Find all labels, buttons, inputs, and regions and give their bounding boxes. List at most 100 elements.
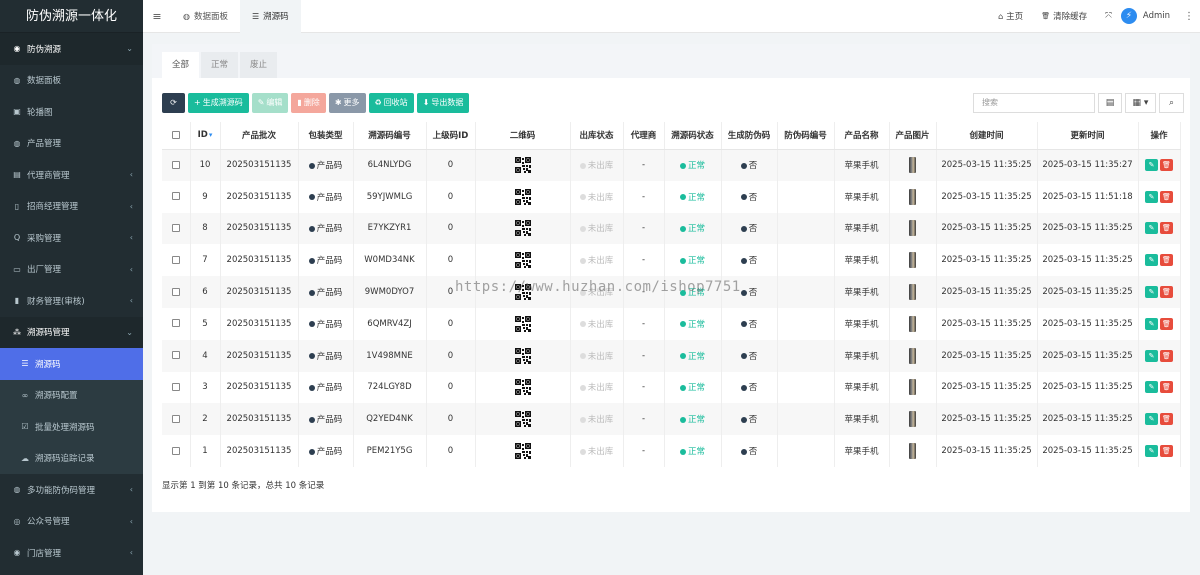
delete-row-button[interactable]: 🗑 bbox=[1160, 445, 1173, 458]
edit-row-button[interactable]: ✎ bbox=[1145, 254, 1158, 267]
sidebar-item[interactable]: Q 采购管理 ‹ bbox=[0, 222, 143, 254]
edit-row-button[interactable]: ✎ bbox=[1145, 286, 1158, 299]
product-image[interactable] bbox=[909, 188, 916, 205]
sidebar-item[interactable]: ▭ 出厂管理 ‹ bbox=[0, 254, 143, 286]
qr-code-icon[interactable] bbox=[514, 379, 531, 396]
product-image[interactable] bbox=[909, 157, 916, 174]
more-button[interactable]: ✱ 更多 bbox=[328, 93, 366, 113]
sidebar-item[interactable]: ◉ 防伪溯源 ⌄ bbox=[0, 33, 143, 65]
sort-icon[interactable]: ▾ bbox=[209, 131, 213, 139]
search-input[interactable]: 搜索 bbox=[973, 93, 1095, 113]
product-image[interactable] bbox=[909, 315, 916, 332]
top-tab[interactable]: ◍ 数据面板 bbox=[171, 0, 240, 33]
grid-view-dropdown[interactable]: ▦ ▾ bbox=[1125, 93, 1156, 113]
product-image[interactable] bbox=[909, 411, 916, 428]
row-checkbox[interactable] bbox=[171, 223, 180, 232]
top-tab[interactable]: ☰ 溯源码 bbox=[240, 0, 301, 33]
edit-row-button[interactable]: ✎ bbox=[1145, 445, 1158, 458]
delete-row-button[interactable]: 🗑 bbox=[1160, 286, 1173, 299]
delete-row-button[interactable]: 🗑 bbox=[1160, 222, 1173, 235]
row-checkbox[interactable] bbox=[171, 192, 180, 201]
delete-row-button[interactable]: 🗑 bbox=[1160, 381, 1173, 394]
edit-row-button[interactable]: ✎ bbox=[1145, 413, 1158, 426]
product-image[interactable] bbox=[909, 379, 916, 396]
filter-tab[interactable]: 正常 bbox=[201, 52, 239, 78]
home-link[interactable]: ⌂ 主页 bbox=[989, 10, 1032, 23]
product-image[interactable] bbox=[909, 284, 916, 301]
sidebar-item[interactable]: ▣ 轮播图 bbox=[0, 96, 143, 128]
edit-row-button[interactable]: ✎ bbox=[1145, 159, 1158, 172]
sidebar-item[interactable]: ◍ 数据面板 bbox=[0, 65, 143, 97]
row-checkbox[interactable] bbox=[171, 351, 180, 360]
table-cell: 2025-03-15 11:35:25 bbox=[936, 180, 1038, 213]
table-cell: 2025-03-15 11:35:27 bbox=[1037, 149, 1139, 181]
product-image[interactable] bbox=[909, 443, 916, 460]
edit-row-button[interactable]: ✎ bbox=[1145, 349, 1158, 362]
delete-row-button[interactable]: 🗑 bbox=[1160, 413, 1173, 426]
delete-row-button[interactable]: 🗑 bbox=[1160, 317, 1173, 330]
recycle-button[interactable]: ♻ 回收站 bbox=[368, 93, 414, 113]
row-checkbox[interactable] bbox=[171, 160, 180, 169]
columns-button[interactable]: ▤ bbox=[1098, 93, 1122, 113]
edit-button[interactable]: ✎ 编辑 bbox=[251, 93, 289, 113]
row-checkbox[interactable] bbox=[171, 319, 180, 328]
qr-code-icon[interactable] bbox=[514, 315, 531, 332]
product-image[interactable] bbox=[909, 347, 916, 364]
qr-code-icon[interactable] bbox=[514, 284, 531, 301]
table-cell: 产品码 bbox=[298, 149, 354, 181]
row-checkbox[interactable] bbox=[171, 255, 180, 264]
export-button[interactable]: ⬇ 导出数据 bbox=[416, 93, 470, 113]
sidebar-item[interactable]: ◍ 多功能防伪码管理 ‹ bbox=[0, 474, 143, 506]
row-checkbox[interactable] bbox=[171, 287, 180, 296]
qr-code-icon[interactable] bbox=[514, 347, 531, 364]
sidebar-item[interactable]: ◍ 产品管理 bbox=[0, 128, 143, 160]
sidebar-item[interactable]: ∞ 溯源码配置 bbox=[0, 379, 143, 411]
product-image[interactable] bbox=[909, 252, 916, 269]
row-checkbox[interactable] bbox=[171, 414, 180, 423]
sidebar-item[interactable]: ▮ 财务管理(审核) ‹ bbox=[0, 285, 143, 317]
sidebar-item[interactable]: ☑ 批量处理溯源码 bbox=[0, 411, 143, 443]
menu-toggle-icon[interactable]: ≡ bbox=[143, 10, 171, 23]
product-image[interactable] bbox=[909, 220, 916, 237]
sidebar-item[interactable]: ⁂ 溯源码管理 ⌄ bbox=[0, 316, 143, 348]
fullscreen-button[interactable]: ⤧ bbox=[1096, 11, 1121, 21]
edit-row-button[interactable]: ✎ bbox=[1145, 190, 1158, 203]
avatar[interactable]: ⚡ bbox=[1120, 8, 1137, 24]
row-checkbox[interactable] bbox=[171, 446, 180, 455]
delete-row-button[interactable]: 🗑 bbox=[1160, 190, 1173, 203]
cell-updated: 2025-03-15 11:35:25 bbox=[1042, 255, 1133, 266]
select-all-checkbox[interactable] bbox=[171, 130, 180, 139]
sidebar-item[interactable]: ▯ 招商经理管理 ‹ bbox=[0, 191, 143, 223]
status-dot bbox=[579, 289, 586, 296]
table-cell: 未出库 bbox=[570, 149, 624, 181]
admin-username[interactable]: Admin bbox=[1143, 11, 1170, 21]
delete-button[interactable]: ▮ 删除 bbox=[291, 93, 326, 113]
edit-row-button[interactable]: ✎ bbox=[1145, 222, 1158, 235]
delete-row-button[interactable]: 🗑 bbox=[1160, 254, 1173, 267]
sidebar-item[interactable]: ◎ 公众号管理 ‹ bbox=[0, 506, 143, 538]
sidebar-item[interactable]: ☰ 溯源码 bbox=[0, 348, 143, 380]
qr-code-icon[interactable] bbox=[514, 252, 531, 269]
search-button[interactable]: ⌕ bbox=[1159, 93, 1184, 113]
qr-code-icon[interactable] bbox=[514, 443, 531, 460]
qr-code-icon[interactable] bbox=[514, 157, 531, 174]
qr-code-icon[interactable] bbox=[514, 411, 531, 428]
qr-code-icon[interactable] bbox=[514, 220, 531, 237]
row-checkbox[interactable] bbox=[171, 382, 180, 391]
filter-tab[interactable]: 废止 bbox=[240, 52, 278, 78]
filter-tab[interactable]: 全部 bbox=[162, 52, 200, 78]
sidebar-item[interactable]: ▤ 代理商管理 ‹ bbox=[0, 159, 143, 191]
edit-row-button[interactable]: ✎ bbox=[1145, 381, 1158, 394]
sidebar-item[interactable]: ☁ 溯源码追踪记录 bbox=[0, 442, 143, 474]
refresh-button[interactable]: ⟳ bbox=[162, 93, 185, 113]
delete-row-button[interactable]: 🗑 bbox=[1160, 159, 1173, 172]
column-header[interactable]: ID▾ bbox=[190, 122, 221, 150]
sidebar-item[interactable]: ◉ 门店管理 ‹ bbox=[0, 537, 143, 569]
qr-code-icon[interactable] bbox=[514, 188, 531, 205]
delete-row-button[interactable]: 🗑 bbox=[1160, 349, 1173, 362]
generate-button[interactable]: + 生成溯源码 bbox=[188, 93, 249, 113]
clear-cache-link[interactable]: 🗑 清除缓存 bbox=[1032, 10, 1096, 22]
edit-row-button[interactable]: ✎ bbox=[1145, 317, 1158, 330]
columns-icon: ▤ bbox=[1105, 98, 1115, 108]
more-icon[interactable]: ⋮ bbox=[1184, 11, 1194, 22]
